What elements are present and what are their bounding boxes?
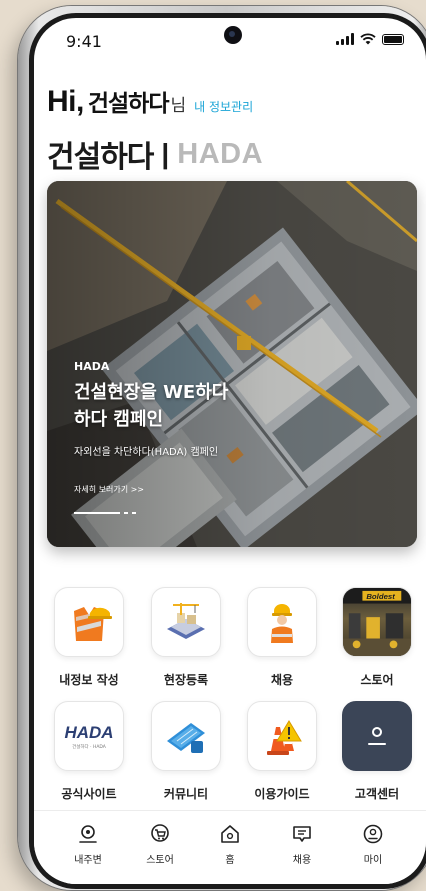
banner-subtitle: 자외선을 차단하다(HADA) 캠페인: [74, 447, 219, 458]
menu-label: 스토어: [360, 673, 394, 687]
tab-store[interactable]: 스토어: [130, 823, 190, 866]
wifi-icon: [360, 33, 376, 45]
menu-label: 커뮤니티: [163, 787, 209, 801]
battery-icon: [382, 33, 404, 45]
traffic-cone-icon: [247, 701, 317, 771]
menu-label: 채용: [270, 673, 294, 687]
tab-label: 스토어: [146, 855, 174, 866]
app-screen: 9:41 Hi, 건설하다 님 내 정보관리 건설하다 | HADA HADA …: [34, 18, 426, 884]
tab-label: 홈: [225, 855, 235, 866]
brand-separator: |: [161, 138, 170, 169]
cart-icon: [151, 824, 169, 842]
menu-item-store[interactable]: Boldest 스토어: [337, 587, 417, 688]
tab-recruit[interactable]: 채용: [272, 823, 332, 866]
brand-korean: 건설하다: [47, 141, 154, 174]
menu-label: 고객센터: [354, 787, 400, 801]
greeting-hi: Hi,: [47, 85, 84, 118]
store-photo-text: Boldest: [366, 592, 395, 601]
user-icon: [363, 824, 383, 844]
brand-english: HADA: [177, 137, 264, 170]
banner-title-line2: 하다 캠페인: [74, 409, 164, 430]
front-camera: [224, 26, 242, 44]
tab-label: 내주변: [74, 855, 102, 866]
tab-nearby[interactable]: 내주변: [58, 823, 118, 866]
banner-pagination[interactable]: [74, 512, 136, 514]
store-photo-icon: Boldest: [342, 587, 412, 657]
tab-my[interactable]: 마이: [343, 823, 403, 866]
banner-title-line1: 건설현장을 WE하다: [74, 382, 229, 403]
banner-more-link[interactable]: 자세히 보러가기 >>: [74, 484, 144, 495]
menu-label: 이용가이드: [254, 787, 310, 801]
safety-vest-helmet-icon: [54, 587, 124, 657]
profile-manage-link[interactable]: 내 정보관리: [194, 98, 253, 115]
status-bar: 9:41: [34, 18, 426, 70]
menu-item-guide[interactable]: 이용가이드: [242, 701, 322, 802]
banner-dot[interactable]: [124, 512, 128, 514]
chat-icon: [293, 826, 311, 842]
banner-title: 건설현장을 WE하다 하다 캠페인: [74, 379, 314, 433]
bottom-tab-bar: 내주변 스토어 홈 채용 마이: [34, 810, 426, 884]
menu-item-community[interactable]: 커뮤니티: [146, 701, 226, 802]
menu-label: 내정보 작성: [59, 673, 119, 687]
banner-dot[interactable]: [132, 512, 136, 514]
brand-title: 건설하다 | HADA: [47, 132, 263, 176]
menu-item-official-site[interactable]: HADA 건설하다 · HADA 공식사이트: [49, 701, 129, 802]
signal-icon: [336, 33, 354, 45]
menu-item-site-register[interactable]: 현장등록: [146, 587, 226, 688]
banner-tag: HADA: [74, 360, 110, 373]
construction-site-icon: [151, 587, 221, 657]
banner-dot-active[interactable]: [74, 512, 120, 514]
hada-logo-subtext: 건설하다 · HADA: [72, 743, 107, 750]
greeting: Hi, 건설하다 님 내 정보관리: [47, 84, 253, 119]
menu-item-support[interactable]: 고객센터: [337, 701, 417, 802]
menu-item-recruit[interactable]: 채용: [242, 587, 322, 688]
status-icons: [336, 33, 404, 45]
status-time: 9:41: [66, 32, 102, 51]
blueprint-icon: [151, 701, 221, 771]
greeting-username: 건설하다: [87, 91, 170, 117]
greeting-honorific: 님: [170, 96, 187, 116]
person-icon: [342, 701, 412, 771]
menu-label: 현장등록: [163, 673, 209, 687]
tab-home[interactable]: 홈: [200, 823, 260, 866]
menu-item-profile[interactable]: 내정보 작성: [49, 587, 129, 688]
worker-icon: [247, 587, 317, 657]
campaign-banner[interactable]: HADA 건설현장을 WE하다 하다 캠페인 자외선을 차단하다(HADA) 캠…: [47, 181, 417, 547]
home-icon: [221, 825, 239, 843]
hada-logo-icon: HADA 건설하다 · HADA: [54, 701, 124, 771]
menu-label: 공식사이트: [61, 787, 117, 801]
tab-label: 마이: [363, 855, 383, 866]
tab-label: 채용: [292, 855, 312, 866]
location-icon: [79, 825, 97, 843]
hada-logo-text: HADA: [64, 723, 113, 742]
